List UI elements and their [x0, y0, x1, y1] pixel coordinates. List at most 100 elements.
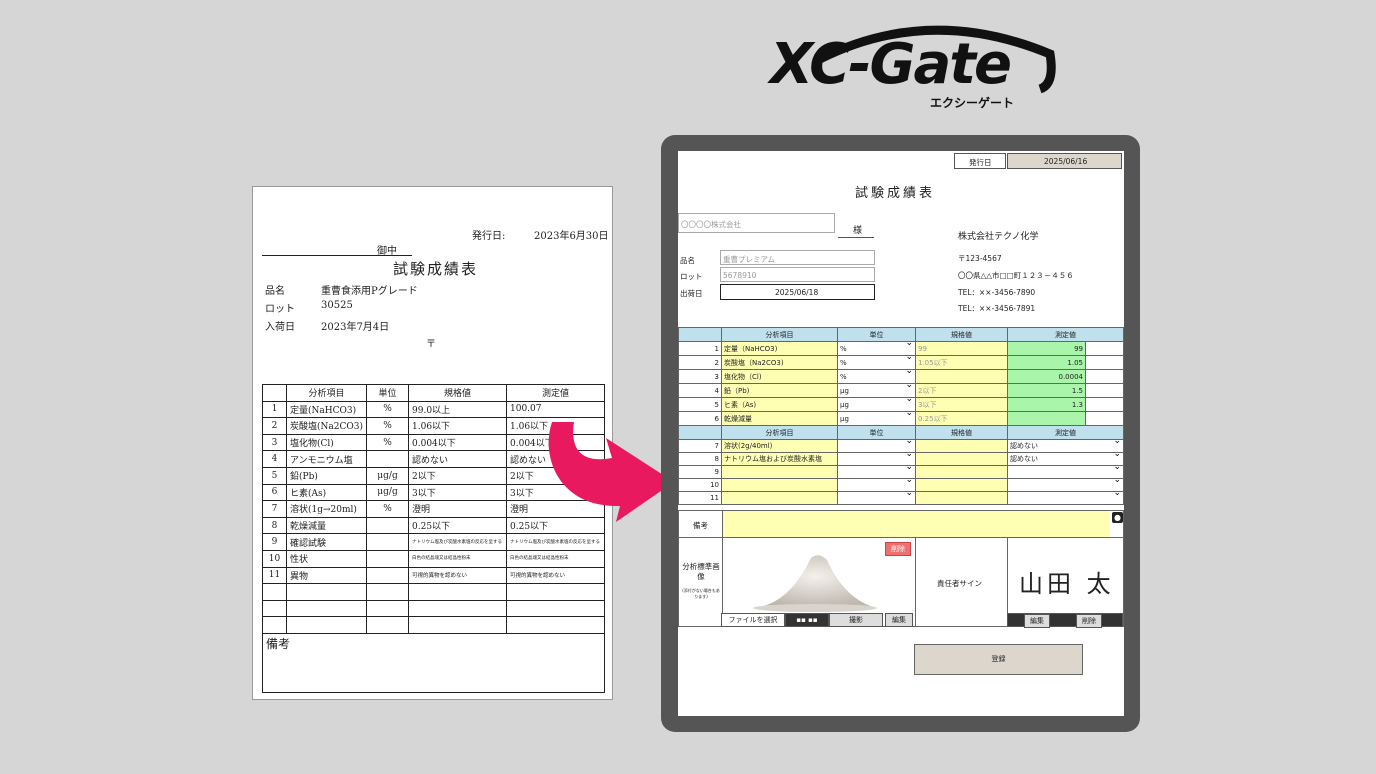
paper-row-spec: 99.0以上 [408, 400, 507, 419]
row-unit-select[interactable]: % [837, 355, 916, 370]
product-input[interactable]: 重曹プレミアム [720, 250, 875, 265]
paper-postal-mark: 〒 [426, 339, 436, 350]
row-spec-input[interactable] [915, 465, 1008, 479]
customer-input[interactable]: 〇〇〇〇株式会社 [678, 213, 835, 233]
row-value-input[interactable]: 0.0004 [1007, 369, 1086, 384]
customer-placeholder: 〇〇〇〇株式会社 [681, 220, 741, 229]
row-value-select[interactable]: 認めない [1007, 452, 1124, 466]
row-spec-input[interactable] [915, 478, 1008, 492]
row-item-input[interactable]: 鉛（Pb) [721, 383, 838, 398]
row-spec-input[interactable] [915, 439, 1008, 453]
ship-date-input[interactable]: 2025/06/18 [720, 284, 875, 300]
paper-row-unit [366, 549, 409, 568]
row-item-input[interactable]: 塩化物（Cl) [721, 369, 838, 384]
image-label: 分析標準画像 [682, 562, 720, 581]
issue-date-field[interactable]: 2025/06/16 [1007, 153, 1122, 169]
row-no: 3 [678, 369, 722, 384]
row-unit-select[interactable]: μg [837, 411, 916, 426]
header-unit: 単位 [837, 425, 916, 440]
row-extra-cell [1085, 355, 1124, 370]
row-unit-select[interactable] [837, 439, 916, 453]
paper-header-item: 分析項目 [286, 384, 367, 402]
row-spec-input[interactable]: 2以下 [915, 383, 1008, 398]
header-value: 測定値 [1007, 425, 1124, 440]
row-value-select[interactable] [1007, 465, 1124, 479]
paper-row-item: 炭酸塩(Na2CO3) [286, 417, 367, 435]
qualitative-row: 9 [678, 465, 1124, 479]
paper-row-item: 乾燥減量 [286, 516, 367, 535]
paper-lot-label: ロット [265, 304, 295, 315]
row-value-select[interactable] [1007, 491, 1124, 505]
row-value-input[interactable]: 1.5 [1007, 383, 1086, 398]
signature-edit-button[interactable]: 編集 [1024, 614, 1050, 628]
row-no: 7 [678, 439, 722, 453]
row-unit-select[interactable] [837, 452, 916, 466]
row-item-input[interactable]: ヒ素（As) [721, 397, 838, 412]
row-spec-input[interactable] [915, 452, 1008, 466]
row-unit-select[interactable]: μg [837, 383, 916, 398]
paper-row-no: 9 [262, 533, 287, 551]
company-tel1: TEL：××-3456-7890 [958, 288, 1036, 297]
row-unit-select[interactable]: % [837, 369, 916, 384]
paper-row-item: 性状 [286, 549, 367, 568]
row-no: 10 [678, 478, 722, 492]
row-spec-input[interactable]: 0.25以下 [915, 411, 1008, 426]
row-item-input[interactable]: 定量（NaHCO3) [721, 341, 838, 356]
row-unit-select[interactable]: % [837, 341, 916, 356]
row-value-select[interactable]: 認めない [1007, 439, 1124, 453]
row-unit-select[interactable] [837, 491, 916, 505]
row-spec-input[interactable]: 3以下 [915, 397, 1008, 412]
honorific-underline [838, 237, 874, 238]
row-spec-input[interactable] [915, 369, 1008, 384]
row-item-input[interactable]: ナトリウム塩および炭酸水素塩 [721, 452, 838, 466]
row-spec-input[interactable]: 99 [915, 341, 1008, 356]
register-button[interactable]: 登録 [914, 644, 1083, 675]
row-unit-select[interactable] [837, 465, 916, 479]
paper-remarks-label: 備考 [266, 637, 291, 651]
paper-header-unit: 単位 [366, 384, 409, 402]
lot-placeholder: 5678910 [723, 271, 757, 280]
company-tel2: TEL：××-3456-7891 [958, 304, 1036, 313]
paper-row-no: 10 [262, 549, 287, 568]
paper-title: 試験成績表 [393, 260, 479, 278]
signature-image: 山田 太 [1019, 570, 1115, 598]
capture-button[interactable]: 撮影 [829, 613, 883, 627]
row-spec-input[interactable] [915, 491, 1008, 505]
paper-table-row: 10 性状 白色の結晶塊又は結晶性粉末 白色の結晶塊又は結晶性粉末 [262, 549, 605, 568]
mic-icon[interactable]: ● [1112, 512, 1123, 523]
paper-row-unit [366, 533, 409, 551]
paper-issue-date: 2023年6月30日 [534, 231, 609, 242]
image-edit-button[interactable]: 編集 [885, 613, 913, 627]
row-value-input[interactable]: 99 [1007, 341, 1086, 356]
product-placeholder: 重曹プレミアム [723, 255, 775, 264]
row-value-input[interactable]: 1.3 [1007, 397, 1086, 412]
paper-row-item: 塩化物(Cl) [286, 433, 367, 452]
row-item-input[interactable] [721, 491, 838, 505]
row-unit-select[interactable] [837, 478, 916, 492]
row-item-input[interactable]: 乾燥減量 [721, 411, 838, 426]
paper-row-unit [366, 450, 409, 468]
remarks-input[interactable] [722, 511, 1110, 537]
file-select-button[interactable]: ファイルを選択 [721, 613, 785, 627]
row-value-input[interactable]: 1.05 [1007, 355, 1086, 370]
signature-delete-button[interactable]: 削除 [1076, 614, 1102, 628]
image-delete-button[interactable]: 削除 [885, 542, 911, 556]
paper-row-no: 11 [262, 566, 287, 585]
results-row: 5ヒ素（As)μg3以下1.3 [678, 397, 1124, 412]
row-item-input[interactable]: 炭酸塩（Na2CO3) [721, 355, 838, 370]
row-item-input[interactable]: 溶状(2g/40ml) [721, 439, 838, 453]
paper-row-unit: % [366, 417, 409, 435]
row-value-input[interactable] [1007, 411, 1086, 426]
paper-row-unit: % [366, 400, 409, 419]
row-unit-select[interactable]: μg [837, 397, 916, 412]
logo-subtitle: エクシーゲート [930, 96, 1015, 110]
row-item-input[interactable] [721, 465, 838, 479]
row-value-select[interactable] [1007, 478, 1124, 492]
lot-input[interactable]: 5678910 [720, 267, 875, 282]
row-spec-input[interactable]: 1.05以下 [915, 355, 1008, 370]
row-item-input[interactable] [721, 478, 838, 492]
results-row: 4鉛（Pb)μg2以下1.5 [678, 383, 1124, 398]
row-no: 6 [678, 411, 722, 426]
xcgate-logo: XC-Gate エクシーゲート [770, 14, 1060, 114]
issue-label-cell: 発行日 [954, 153, 1006, 169]
